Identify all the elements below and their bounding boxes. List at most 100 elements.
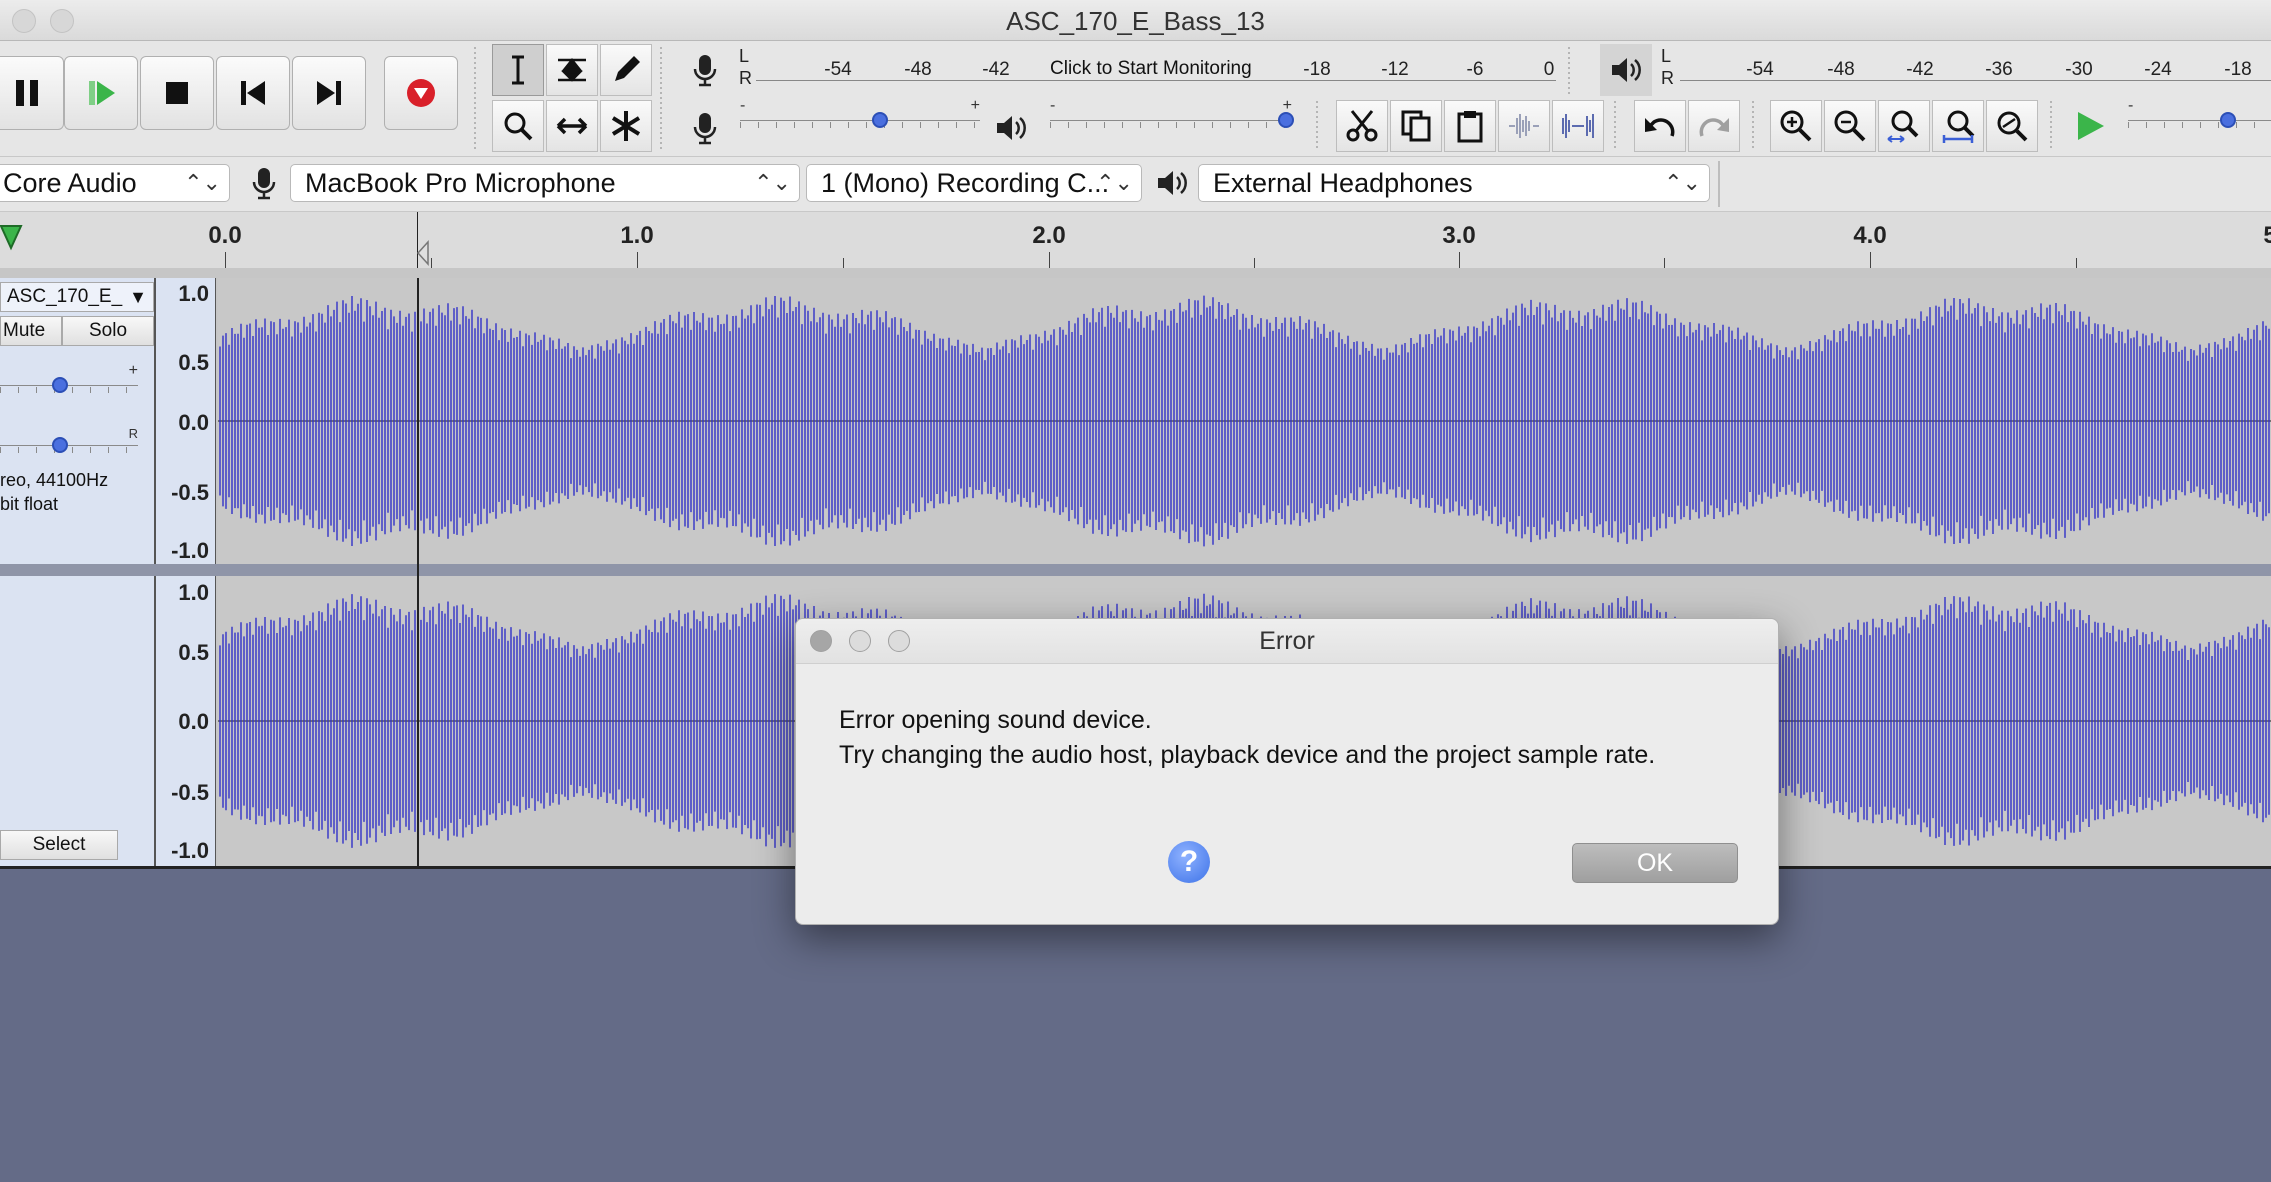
meter-tick: -18	[2224, 59, 2252, 80]
skip-to-start-icon	[241, 81, 265, 105]
fit-selection-button[interactable]	[1878, 100, 1930, 152]
slider-ticks	[2128, 122, 2271, 128]
chevron-updown-icon: ⌃⌄	[754, 170, 791, 195]
play-meter-button[interactable]	[1600, 44, 1652, 96]
mute-button[interactable]: Mute	[0, 316, 62, 346]
audio-host-select[interactable]: Core Audio ⌃⌄	[0, 164, 230, 202]
play-at-speed-button[interactable]	[2064, 100, 2116, 152]
track-pan-slider[interactable]: R	[0, 426, 138, 460]
ruler-tick	[1664, 258, 1665, 268]
play-at-speed-slider[interactable]: -	[2128, 97, 2271, 135]
envelope-tool-button[interactable]	[546, 44, 598, 96]
track-gain-slider[interactable]: +	[0, 362, 138, 400]
ruler-label: 3.0	[1442, 222, 1476, 249]
recording-device-select[interactable]: MacBook Pro Microphone ⌃⌄	[290, 164, 800, 202]
undo-button[interactable]	[1634, 100, 1686, 152]
skip-to-start-button[interactable]	[216, 56, 290, 130]
dialog-zoom-icon	[888, 630, 910, 652]
ruler-tick	[1870, 252, 1871, 268]
trim-audio-button[interactable]	[1498, 100, 1550, 152]
zoom-out-button[interactable]	[1824, 100, 1876, 152]
toolbar-separator	[1614, 101, 1616, 151]
chevron-updown-icon: ⌃⌄	[1664, 170, 1701, 195]
time-shift-tool-button[interactable]	[546, 100, 598, 152]
recording-channels-select[interactable]: 1 (Mono) Recording C... ⌃⌄	[806, 164, 1142, 202]
meter-tick: -24	[2144, 59, 2172, 80]
slider-track	[2128, 120, 2271, 121]
playback-device-select[interactable]: External Headphones ⌃⌄	[1198, 164, 1710, 202]
meter-tick: -48	[904, 59, 932, 80]
playback-volume-slider[interactable]: - +	[1050, 97, 1294, 135]
ruler-tick	[1254, 258, 1255, 268]
slider-ticks	[740, 122, 980, 128]
multi-tool-button[interactable]	[600, 100, 652, 152]
ruler-label: 1.0	[620, 222, 654, 249]
zoom-out-icon	[1834, 110, 1866, 142]
zoom-in-button[interactable]	[1770, 100, 1822, 152]
track-format-info: reo, 44100Hz	[0, 470, 109, 490]
slider-thumb[interactable]	[872, 112, 888, 128]
waveform-channel-1[interactable]	[218, 278, 2271, 564]
scale-label: 0.5	[178, 350, 209, 375]
recording-channels-value: 1 (Mono) Recording C...	[821, 168, 1110, 198]
track-name-menu[interactable]: ASC_170_E_ ▼	[0, 282, 154, 312]
microphone-icon	[693, 55, 717, 87]
fit-project-button[interactable]	[1932, 100, 1984, 152]
play-meter-channels: L R	[1661, 45, 1674, 89]
playback-volume-icon-wrap	[986, 102, 1036, 154]
zoom-tool-button[interactable]	[492, 100, 544, 152]
redo-icon	[1699, 118, 1729, 137]
selection-tool-button[interactable]	[492, 44, 544, 96]
timeline-options-icon[interactable]	[0, 222, 24, 256]
slider-thumb[interactable]	[2220, 112, 2236, 128]
meter-left-label: L	[739, 46, 750, 66]
record-button[interactable]	[384, 56, 458, 130]
dialog-close-icon[interactable]	[810, 630, 832, 652]
redo-button[interactable]	[1688, 100, 1740, 152]
silence-audio-button[interactable]	[1552, 100, 1604, 152]
monitor-prompt[interactable]: Click to Start Monitoring	[1044, 58, 1258, 80]
ok-button[interactable]: OK	[1572, 843, 1738, 883]
record-meter-button[interactable]	[680, 44, 730, 96]
skip-to-end-button[interactable]	[292, 56, 366, 130]
slider-thumb[interactable]	[52, 377, 68, 393]
timeline-ruler[interactable]: 0.0 1.0 2.0 3.0 4.0 5	[0, 212, 2271, 269]
speaker-icon	[1158, 171, 1187, 195]
cut-button[interactable]	[1336, 100, 1388, 152]
play-button[interactable]	[64, 56, 138, 130]
paste-button[interactable]	[1444, 100, 1496, 152]
ruler-tick	[843, 258, 844, 268]
meter-tick: -48	[1827, 59, 1855, 80]
pause-button[interactable]	[0, 56, 64, 130]
slider-track	[0, 445, 138, 446]
channel-divider	[0, 564, 2271, 576]
chevron-updown-icon: ⌃⌄	[184, 170, 221, 195]
envelope-tool-icon	[558, 57, 586, 82]
slider-max-label: +	[128, 362, 138, 379]
select-track-button[interactable]: Select	[0, 830, 118, 860]
toolbar-separator	[2050, 101, 2052, 151]
track-sample-format: bit float	[0, 494, 59, 514]
channel-2-scale: 1.0 0.5 0.0 -0.5 -1.0	[156, 576, 216, 866]
slider-thumb[interactable]	[52, 437, 68, 453]
meter-tick: -54	[824, 59, 852, 80]
recording-volume-slider[interactable]: - +	[740, 97, 980, 135]
play-region-marker-icon	[416, 240, 429, 266]
stop-button[interactable]	[140, 56, 214, 130]
ruler-tick	[431, 258, 432, 268]
draw-tool-button[interactable]	[600, 44, 652, 96]
scale-label: -0.5	[171, 780, 209, 805]
ruler-label: 4.0	[1853, 222, 1887, 249]
ruler-tick	[2076, 258, 2077, 268]
meter-baseline	[1680, 80, 2271, 81]
help-button[interactable]: ?	[1168, 841, 1210, 883]
copy-icon	[1401, 110, 1431, 142]
slider-thumb[interactable]	[1278, 112, 1294, 128]
solo-button[interactable]: Solo	[62, 316, 154, 346]
meter-tick: -30	[2065, 59, 2093, 80]
ruler-label: 5	[2263, 222, 2271, 249]
copy-button[interactable]	[1390, 100, 1442, 152]
play-meter[interactable]: -54 -48 -42 -36 -30 -24 -18	[1680, 43, 2271, 81]
audio-host-value: Core Audio	[3, 168, 137, 198]
zoom-toggle-button[interactable]	[1986, 100, 2038, 152]
